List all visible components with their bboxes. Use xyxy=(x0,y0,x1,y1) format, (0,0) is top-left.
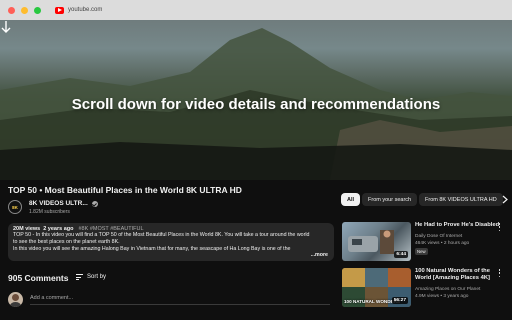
verified-check-icon xyxy=(91,200,98,207)
description-box[interactable]: 20M views 2 years ago #8K #MOST #BEAUTIFUL… xyxy=(8,223,334,261)
chip-from-channel[interactable]: From 8K VIDEOS ULTRA HD xyxy=(419,193,503,206)
minimize-window-button[interactable] xyxy=(21,6,28,14)
more-options-icon[interactable] xyxy=(498,269,501,277)
youtube-icon xyxy=(55,6,64,14)
description-line: to see the best places on the planet ear… xyxy=(13,239,120,245)
close-window-button[interactable] xyxy=(8,6,15,14)
video-player[interactable]: Scroll down for video details and recomm… xyxy=(0,20,512,180)
new-badge: New xyxy=(415,248,428,255)
subscriber-count: 1.82M subscribers xyxy=(29,209,70,215)
recommendation-channel[interactable]: Daily Dose Of Internet xyxy=(415,234,462,239)
recommendation-title[interactable]: 100 Natural Wonders of the World [Amazin… xyxy=(415,268,503,282)
sort-icon xyxy=(76,274,83,280)
sort-label: Sort by xyxy=(87,274,107,280)
video-duration: 56:27 xyxy=(391,297,408,304)
recommendation-thumbnail[interactable]: 6:44 xyxy=(342,222,411,261)
chip-from-your-search[interactable]: From your search xyxy=(362,193,418,206)
user-avatar[interactable] xyxy=(8,292,23,307)
recommendation-thumbnail[interactable]: 100 NATURAL WONDERS 56:27 xyxy=(342,268,411,307)
comments-count: 905 Comments xyxy=(8,273,69,283)
chevron-right-icon[interactable] xyxy=(501,195,509,204)
channel-name[interactable]: 8K VIDEOS ULTR... xyxy=(29,200,98,207)
chip-all[interactable]: All xyxy=(341,193,361,206)
browser-toolbar: youtube.com xyxy=(0,0,512,20)
sort-button[interactable]: Sort by xyxy=(76,274,106,280)
recommendation-stats: 464K views • 2 hours ago xyxy=(415,241,470,246)
video-duration: 6:44 xyxy=(394,251,408,258)
maximize-window-button[interactable] xyxy=(34,6,41,14)
more-options-icon[interactable] xyxy=(498,223,501,231)
description-line: TOP 50 - In this video you will find a T… xyxy=(13,232,310,238)
description-line: In this video you will see the amazing H… xyxy=(13,246,291,252)
recommendation-channel[interactable]: Amazing Places on Our Planet xyxy=(415,287,480,292)
show-more-button[interactable]: ...more xyxy=(307,252,328,258)
add-comment-input[interactable]: Add a comment... xyxy=(30,295,330,305)
channel-avatar[interactable]: 8K xyxy=(8,200,22,214)
recommendation-title[interactable]: He Had to Prove He's Disabled xyxy=(415,222,503,229)
recommendation-stats: 4.9M views • 3 years ago xyxy=(415,294,469,299)
arrow-down-icon[interactable] xyxy=(0,20,12,34)
channel-name-label: 8K VIDEOS ULTR... xyxy=(29,200,88,207)
video-title: TOP 50 • Most Beautiful Places in the Wo… xyxy=(8,185,242,195)
scroll-hint-text: Scroll down for video details and recomm… xyxy=(71,96,441,113)
url-text: youtube.com xyxy=(68,7,103,13)
address-bar[interactable]: youtube.com xyxy=(55,3,102,17)
